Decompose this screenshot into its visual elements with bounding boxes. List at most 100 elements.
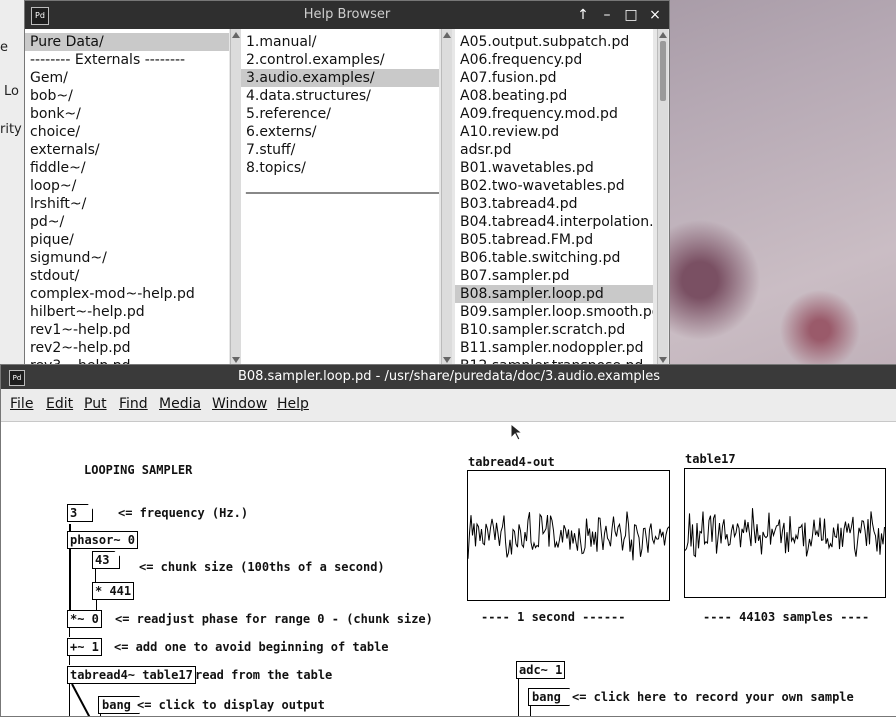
help-list-item[interactable]: sigmund~/ bbox=[25, 249, 229, 267]
readjust-phase-comment: <= readjust phase for range 0 - (chunk s… bbox=[115, 612, 433, 626]
graph-label-tabread4-out: tabread4-out bbox=[468, 455, 555, 469]
scroll-up-icon[interactable] bbox=[232, 32, 240, 38]
add-signal-object[interactable]: +~ 1 bbox=[67, 638, 102, 656]
patch-wire bbox=[69, 655, 70, 665]
mouse-cursor-icon bbox=[510, 423, 522, 441]
scroll-down-icon[interactable] bbox=[443, 357, 451, 363]
help-list-item[interactable]: B02.two-wavetables.pd bbox=[455, 177, 653, 195]
tabread4-object[interactable]: tabread4~ table17 bbox=[67, 666, 196, 684]
menu-window[interactable]: Window bbox=[212, 396, 267, 412]
help-list-item[interactable]: A10.review.pd bbox=[455, 123, 653, 141]
help-list-item[interactable]: 4.data.structures/ bbox=[241, 87, 439, 105]
table17-graph[interactable] bbox=[684, 468, 886, 598]
help-list-item[interactable]: A06.frequency.pd bbox=[455, 51, 653, 69]
chunk-size-number-box[interactable]: 43 bbox=[92, 551, 120, 569]
menu-put[interactable]: Put bbox=[84, 396, 107, 412]
pd-app-icon: Pd bbox=[31, 7, 49, 25]
help-list-item[interactable]: 1.manual/ bbox=[241, 33, 439, 51]
help-list-item[interactable]: 7.stuff/ bbox=[241, 141, 439, 159]
help-list-item[interactable]: 5.reference/ bbox=[241, 105, 439, 123]
scroll-up-icon[interactable] bbox=[659, 32, 667, 38]
help-list-item[interactable]: B03.tabread4.pd bbox=[455, 195, 653, 213]
multiply-object[interactable]: * 441 bbox=[92, 582, 135, 600]
keep-above-icon[interactable]: ↑ bbox=[573, 5, 593, 25]
help-list-item[interactable]: B11.sampler.nodoppler.pd bbox=[455, 339, 653, 357]
patch-titlebar[interactable]: Pd B08.sampler.loop.pd - /usr/share/pure… bbox=[1, 365, 896, 389]
help-list-item[interactable]: bob~/ bbox=[25, 87, 229, 105]
scroll-up-icon[interactable] bbox=[443, 32, 451, 38]
adc-object[interactable]: adc~ 1 bbox=[516, 661, 566, 679]
help-column-3[interactable]: A05.output.subpatch.pd A06.frequency.pd A0… bbox=[455, 29, 653, 366]
help-column-2[interactable]: 1.manual/2.control.examples/3.audio.exam… bbox=[241, 29, 439, 366]
help-list-item[interactable]: B10.sampler.scratch.pd bbox=[455, 321, 653, 339]
menu-bar: File Edit Put Find Media Window Help bbox=[1, 389, 896, 422]
help-list-item[interactable]: pique/ bbox=[25, 231, 229, 249]
add-one-comment: <= add one to avoid beginning of table bbox=[114, 640, 389, 654]
help-list-item[interactable]: stdout/ bbox=[25, 267, 229, 285]
graph-label-table17: table17 bbox=[685, 452, 736, 466]
help-list-item[interactable]: loop~/ bbox=[25, 177, 229, 195]
help-list-item[interactable]: A07.fusion.pd bbox=[455, 69, 653, 87]
scroll-thumb[interactable] bbox=[660, 41, 666, 101]
background-window[interactable]: e Lo rity bbox=[0, 0, 27, 365]
background-window-fragment: Lo bbox=[4, 84, 19, 99]
help-list-item[interactable]: 2.control.examples/ bbox=[241, 51, 439, 69]
help-browser-window[interactable]: Pd Help Browser ↑ – □ × Pure Data/------… bbox=[24, 0, 670, 367]
help-list-item[interactable]: 3.audio.examples/ bbox=[241, 69, 439, 87]
display-output-bang[interactable]: bang bbox=[98, 696, 140, 714]
menu-help[interactable]: Help bbox=[277, 396, 309, 412]
help-list-item[interactable]: 6.externs/ bbox=[241, 123, 439, 141]
menu-media[interactable]: Media bbox=[159, 396, 201, 412]
help-list-item[interactable]: A08.beating.pd bbox=[455, 87, 653, 105]
help-list-item[interactable]: B06.table.switching.pd bbox=[455, 249, 653, 267]
help-list-item[interactable]: Gem/ bbox=[25, 69, 229, 87]
multiply-signal-object[interactable]: *~ 0 bbox=[67, 610, 102, 628]
menu-edit[interactable]: Edit bbox=[46, 396, 73, 412]
help-list-item[interactable]: hilbert~-help.pd bbox=[25, 303, 229, 321]
patch-wire bbox=[69, 627, 70, 637]
help-browser-titlebar[interactable]: Pd Help Browser ↑ – □ × bbox=[25, 1, 669, 29]
pd-app-icon: Pd bbox=[9, 370, 25, 386]
close-icon[interactable]: × bbox=[645, 5, 665, 25]
help-list-item[interactable]: B07.sampler.pd bbox=[455, 267, 653, 285]
help-list-item[interactable]: rev2~-help.pd bbox=[25, 339, 229, 357]
help-column-1[interactable]: Pure Data/-------- Externals -------- Gem… bbox=[25, 29, 229, 366]
help-list-item[interactable]: rev1~-help.pd bbox=[25, 321, 229, 339]
minimize-icon[interactable]: – bbox=[597, 5, 617, 25]
patch-window[interactable]: Pd B08.sampler.loop.pd - /usr/share/pure… bbox=[0, 364, 896, 717]
help-list-item[interactable]: B01.wavetables.pd bbox=[455, 159, 653, 177]
phasor-object[interactable]: phasor~ 0 bbox=[67, 531, 139, 549]
help-list-item[interactable]: B04.tabread4.interpolation.pd bbox=[455, 213, 653, 231]
help-list-item[interactable]: externals/ bbox=[25, 141, 229, 159]
patch-wire bbox=[69, 682, 70, 716]
help-list-item[interactable]: lrshift~/ bbox=[25, 195, 229, 213]
help-list-item[interactable]: choice/ bbox=[25, 123, 229, 141]
help-list-item[interactable]: adsr.pd bbox=[455, 141, 653, 159]
help-list-item[interactable]: B09.sampler.loop.smooth.pd bbox=[455, 303, 653, 321]
frequency-number-box[interactable]: 3 bbox=[67, 504, 93, 522]
scroll-down-icon[interactable] bbox=[232, 357, 240, 363]
column-1-scrollbar[interactable] bbox=[230, 29, 241, 366]
menu-file[interactable]: File bbox=[10, 396, 33, 412]
help-list-item[interactable]: B05.tabread.FM.pd bbox=[455, 231, 653, 249]
scroll-down-icon[interactable] bbox=[659, 357, 667, 363]
help-list-item[interactable]: fiddle~/ bbox=[25, 159, 229, 177]
patch-canvas[interactable]: LOOPING SAMPLER 3 <= frequency (Hz.) pha… bbox=[1, 422, 896, 716]
help-list-item[interactable]: Pure Data/ bbox=[25, 33, 229, 51]
column-3-scrollbar[interactable] bbox=[657, 29, 668, 366]
help-list-item[interactable]: B08.sampler.loop.pd bbox=[455, 285, 653, 303]
record-comment: <= click here to record your own sample bbox=[572, 690, 854, 704]
help-list-item[interactable]: pd~/ bbox=[25, 213, 229, 231]
record-bang[interactable]: bang bbox=[528, 688, 570, 706]
help-list-item[interactable]: ______________________________ bbox=[241, 177, 439, 195]
menu-find[interactable]: Find bbox=[119, 396, 148, 412]
help-list-item[interactable]: -------- Externals -------- bbox=[25, 51, 229, 69]
maximize-icon[interactable]: □ bbox=[621, 5, 641, 25]
help-list-item[interactable]: complex-mod~-help.pd bbox=[25, 285, 229, 303]
help-list-item[interactable]: A09.frequency.mod.pd bbox=[455, 105, 653, 123]
help-list-item[interactable]: 8.topics/ bbox=[241, 159, 439, 177]
help-list-item[interactable]: bonk~/ bbox=[25, 105, 229, 123]
tabread4-out-graph[interactable] bbox=[467, 470, 670, 601]
help-list-item[interactable]: A05.output.subpatch.pd bbox=[455, 33, 653, 51]
column-2-scrollbar[interactable] bbox=[441, 29, 452, 366]
